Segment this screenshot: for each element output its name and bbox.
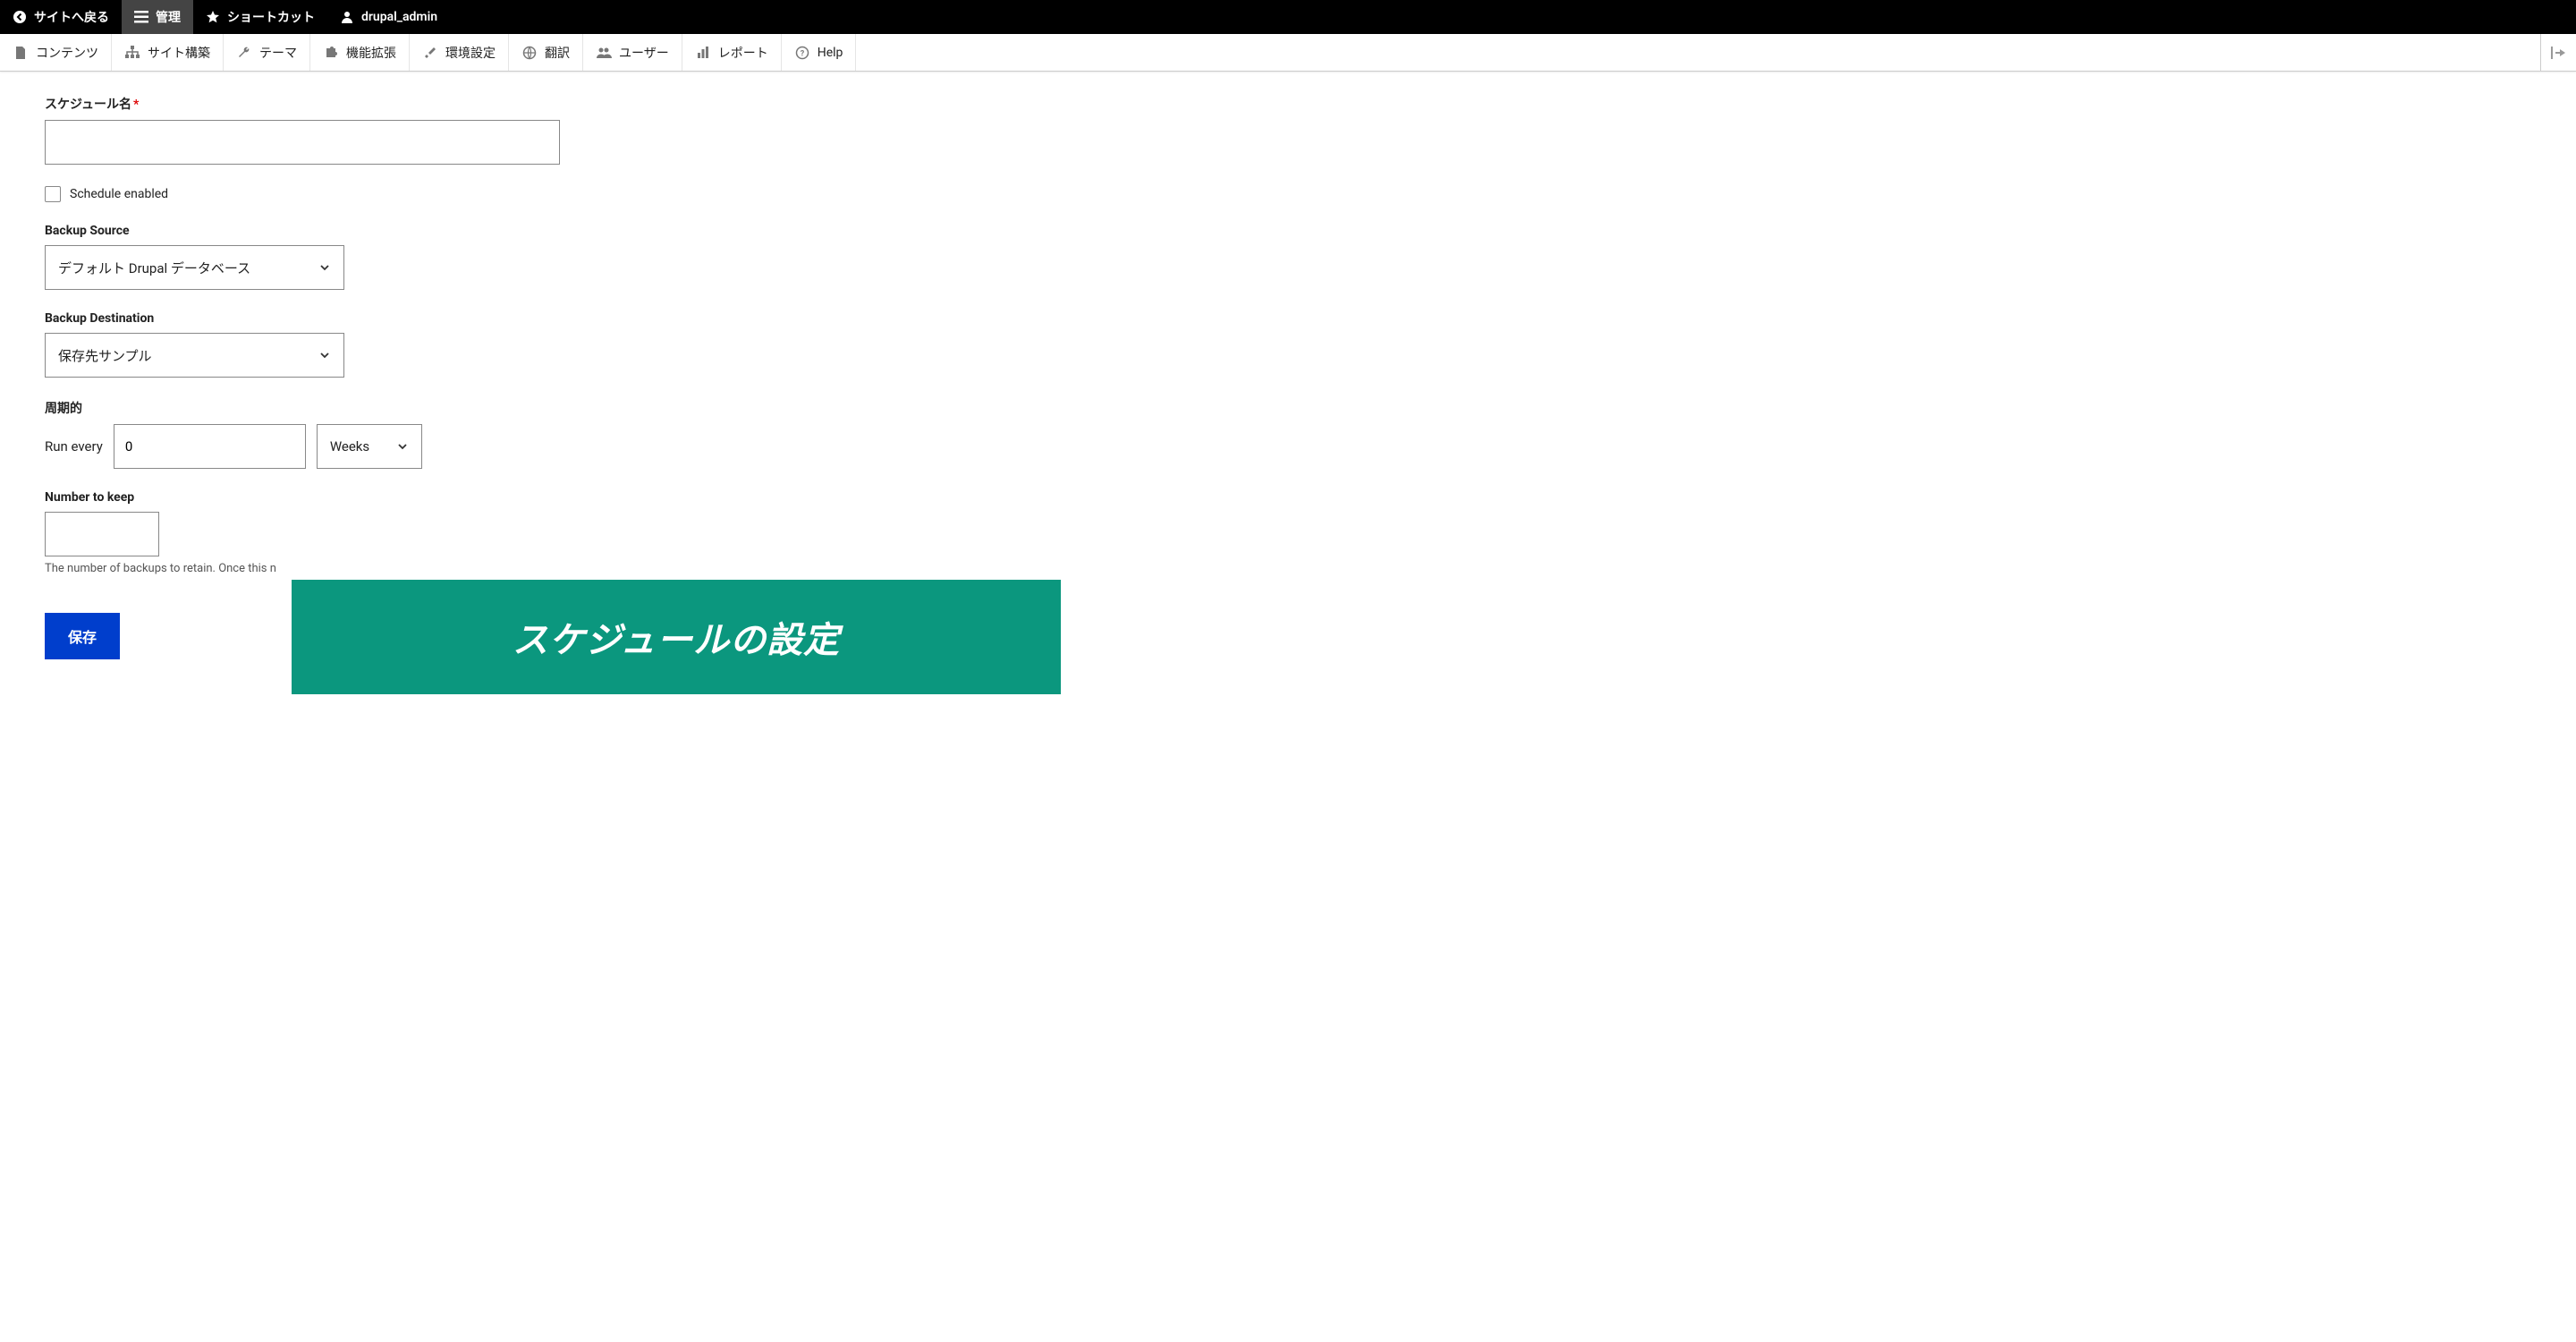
sitemap-icon <box>124 45 140 61</box>
number-to-keep-input[interactable] <box>45 512 159 556</box>
nav-appearance-label: テーマ <box>259 44 297 62</box>
period-select[interactable]: Weeks <box>317 424 422 469</box>
back-to-site-button[interactable]: サイトへ戻る <box>0 0 122 34</box>
puzzle-icon <box>323 45 339 61</box>
run-every-input[interactable] <box>114 424 306 469</box>
chevron-down-icon <box>318 261 331 274</box>
schedule-name-label: スケジュール名* <box>45 95 1297 113</box>
period-value: Weeks <box>330 438 369 454</box>
schedule-form: スケジュール名* Schedule enabled Backup Source … <box>0 72 1342 686</box>
frequency-row: Run every Weeks <box>45 424 1297 469</box>
file-icon <box>13 45 29 61</box>
backup-source-select[interactable]: デフォルト Drupal データベース <box>45 245 344 290</box>
shortcuts-label: ショートカット <box>227 8 315 26</box>
schedule-name-input[interactable] <box>45 120 560 165</box>
tools-icon <box>422 45 438 61</box>
collapse-toolbar-button[interactable] <box>2540 34 2576 71</box>
required-marker: * <box>133 98 139 112</box>
collapse-icon <box>2551 47 2567 59</box>
admin-toolbar: コンテンツ サイト構築 テーマ 機能拡張 環境設定 翻訳 ユーザー レポート ?… <box>0 34 2576 72</box>
nav-config[interactable]: 環境設定 <box>410 34 509 71</box>
nav-reports[interactable]: レポート <box>682 34 782 71</box>
schedule-enabled-label: Schedule enabled <box>70 187 168 201</box>
nav-extend[interactable]: 機能拡張 <box>310 34 410 71</box>
back-arrow-icon <box>13 10 27 24</box>
nav-extend-label: 機能拡張 <box>346 44 396 62</box>
field-number-to-keep: Number to keep The number of backups to … <box>45 490 1297 575</box>
nav-reports-label: レポート <box>718 44 768 62</box>
backup-destination-select[interactable]: 保存先サンプル <box>45 333 344 378</box>
field-schedule-enabled: Schedule enabled <box>45 186 1297 202</box>
nav-help[interactable]: ? Help <box>782 34 857 71</box>
frequency-label: 周期的 <box>45 399 1297 417</box>
chart-icon <box>695 45 711 61</box>
schedule-enabled-checkbox[interactable] <box>45 186 61 202</box>
backup-destination-value: 保存先サンプル <box>58 346 152 365</box>
backup-source-value: デフォルト Drupal データベース <box>58 259 250 277</box>
backup-destination-label: Backup Destination <box>45 311 1297 326</box>
help-icon: ? <box>794 45 810 61</box>
user-menu-button[interactable]: drupal_admin <box>327 0 450 34</box>
nav-translate[interactable]: 翻訳 <box>509 34 583 71</box>
toolbar-spacer <box>856 34 2540 71</box>
nav-structure-label: サイト構築 <box>148 44 210 62</box>
svg-text:?: ? <box>800 49 804 58</box>
field-frequency: 周期的 Run every Weeks <box>45 399 1297 469</box>
nav-structure[interactable]: サイト構築 <box>112 34 224 71</box>
number-to-keep-description: The number of backups to retain. Once th… <box>45 562 1297 575</box>
chevron-down-icon <box>396 440 409 453</box>
star-icon <box>206 10 220 24</box>
backup-source-label: Backup Source <box>45 224 1297 238</box>
manage-button[interactable]: 管理 <box>122 0 193 34</box>
user-icon <box>340 10 354 24</box>
nav-content[interactable]: コンテンツ <box>0 34 112 71</box>
save-button[interactable]: 保存 <box>45 613 120 659</box>
shortcuts-button[interactable]: ショートカット <box>193 0 327 34</box>
wrench-icon <box>236 45 252 61</box>
globe-icon <box>521 45 538 61</box>
back-label: サイトへ戻る <box>34 8 109 26</box>
hamburger-icon <box>134 11 148 23</box>
people-icon <box>596 45 612 61</box>
schedule-name-label-text: スケジュール名 <box>45 98 131 112</box>
field-backup-source: Backup Source デフォルト Drupal データベース <box>45 224 1297 290</box>
chevron-down-icon <box>318 349 331 361</box>
overlay-banner: スケジュールの設定 <box>292 580 1061 694</box>
nav-people-label: ユーザー <box>619 44 669 62</box>
field-backup-destination: Backup Destination 保存先サンプル <box>45 311 1297 378</box>
nav-help-label: Help <box>818 46 843 60</box>
nav-content-label: コンテンツ <box>36 44 98 62</box>
run-every-label: Run every <box>45 438 103 454</box>
nav-appearance[interactable]: テーマ <box>224 34 310 71</box>
manage-label: 管理 <box>156 8 181 26</box>
nav-config-label: 環境設定 <box>445 44 496 62</box>
topbar: サイトへ戻る 管理 ショートカット drupal_admin <box>0 0 2576 34</box>
number-to-keep-label: Number to keep <box>45 490 1297 505</box>
field-schedule-name: スケジュール名* <box>45 95 1297 165</box>
nav-people[interactable]: ユーザー <box>583 34 682 71</box>
user-label: drupal_admin <box>361 10 437 24</box>
nav-translate-label: 翻訳 <box>545 44 570 62</box>
